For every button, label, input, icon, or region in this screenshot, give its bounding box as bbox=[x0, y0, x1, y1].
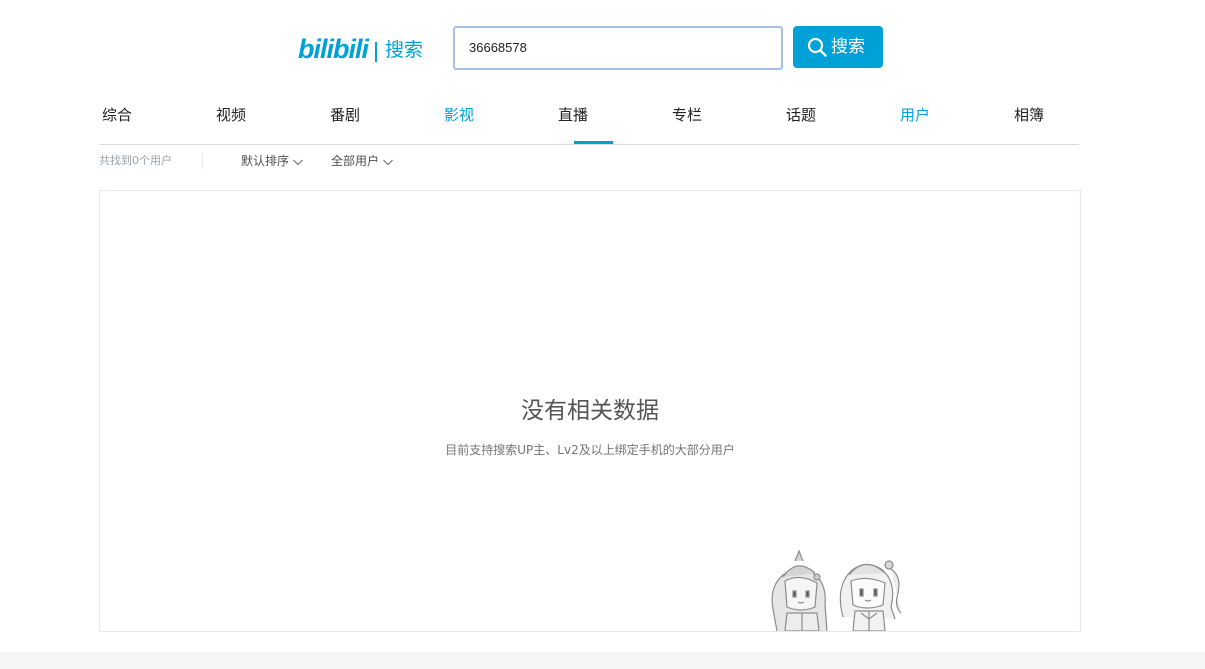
footer-bar bbox=[0, 652, 1205, 669]
result-panel: 没有相关数据 目前支持搜索UP主、Lv2及以上绑定手机的大部分用户 bbox=[99, 190, 1081, 632]
search-type-tabs: 综合 视频 番剧 影视 直播 专栏 话题 用户 相簿 bbox=[99, 92, 1079, 145]
chevron-down-icon bbox=[293, 159, 303, 165]
tab-video[interactable]: 视频 bbox=[216, 92, 246, 144]
chevron-down-icon bbox=[383, 159, 393, 165]
search-input[interactable] bbox=[469, 28, 769, 68]
active-tab-indicator bbox=[574, 141, 613, 144]
tab-bangumi[interactable]: 番剧 bbox=[330, 92, 360, 144]
logo-subtitle: 搜索 bbox=[385, 39, 424, 61]
search-box bbox=[453, 26, 783, 70]
tab-user[interactable]: 用户 bbox=[900, 92, 930, 144]
search-header: bilibili 搜索 搜索 bbox=[0, 0, 1205, 90]
empty-state-title: 没有相关数据 bbox=[521, 398, 659, 424]
sort-dropdown[interactable]: 默认排序 bbox=[241, 152, 304, 170]
user-type-dropdown-label: 全部用户 bbox=[331, 154, 380, 168]
filter-divider bbox=[202, 153, 203, 169]
tab-live[interactable]: 直播 bbox=[558, 92, 588, 144]
search-icon bbox=[807, 37, 827, 57]
result-count: 共找到0个用户 bbox=[99, 154, 172, 167]
filter-bar: 共找到0个用户 默认排序 全部用户 bbox=[99, 148, 1079, 176]
logo-separator bbox=[375, 42, 377, 62]
user-type-dropdown[interactable]: 全部用户 bbox=[331, 152, 394, 170]
tab-topic[interactable]: 话题 bbox=[786, 92, 816, 144]
search-button[interactable]: 搜索 bbox=[793, 26, 883, 68]
mascot-illustration bbox=[771, 549, 902, 631]
tab-all[interactable]: 综合 bbox=[102, 92, 132, 144]
empty-state-description: 目前支持搜索UP主、Lv2及以上绑定手机的大部分用户 bbox=[445, 443, 735, 457]
sort-dropdown-label: 默认排序 bbox=[241, 154, 290, 168]
tab-article[interactable]: 专栏 bbox=[672, 92, 702, 144]
search-button-label: 搜索 bbox=[831, 37, 865, 57]
logo-wordmark: bilibili bbox=[298, 34, 369, 64]
tab-album[interactable]: 相簿 bbox=[1014, 92, 1044, 144]
tab-film[interactable]: 影视 bbox=[444, 92, 474, 144]
